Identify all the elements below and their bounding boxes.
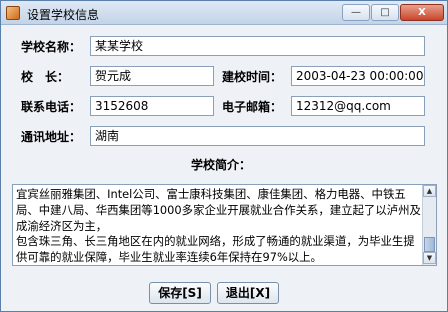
intro-scrollbar[interactable]: ▲ ▼: [422, 185, 436, 265]
principal-field[interactable]: 贺元成: [90, 66, 214, 86]
principal-label: 校 长：: [21, 70, 70, 84]
phone-label: 联系电话：: [21, 100, 82, 114]
scroll-down-icon[interactable]: ▼: [423, 252, 436, 264]
address-label: 通讯地址：: [21, 130, 82, 144]
minimize-button[interactable]: —: [342, 4, 370, 21]
app-icon: [6, 6, 20, 20]
address-field[interactable]: 湖南: [90, 126, 425, 146]
founded-date-field[interactable]: 2003-04-23 00:00:00.0: [291, 66, 425, 86]
maximize-button[interactable]: □: [371, 4, 399, 21]
window-title: 设置学校信息: [27, 8, 100, 22]
email-field[interactable]: 12312@qq.com: [291, 96, 425, 116]
title-bar[interactable]: 设置学校信息 — □ X: [1, 1, 447, 25]
phone-field[interactable]: 3152608: [90, 96, 214, 116]
school-info-dialog: 设置学校信息 — □ X 学校名称： 某某学校 校 长： 贺元成 建校时间： 2…: [0, 0, 448, 312]
school-name-label: 学校名称：: [21, 40, 82, 54]
scroll-thumb[interactable]: [424, 237, 435, 252]
exit-button[interactable]: 退出[X]: [217, 282, 279, 304]
close-button[interactable]: X: [400, 4, 444, 21]
email-label: 电子邮箱：: [222, 100, 283, 114]
intro-label: 学校简介：: [191, 158, 252, 172]
intro-text[interactable]: 宜宾丝丽雅集团、Intel公司、富士康科技集团、康佳集团、格力电器、中铁五局、中…: [16, 187, 421, 265]
scroll-up-icon[interactable]: ▲: [423, 185, 436, 197]
school-name-field[interactable]: 某某学校: [90, 36, 425, 56]
intro-textarea[interactable]: 宜宾丝丽雅集团、Intel公司、富士康科技集团、康佳集团、格力电器、中铁五局、中…: [12, 184, 437, 266]
founded-date-label: 建校时间：: [222, 70, 283, 84]
save-button[interactable]: 保存[S]: [149, 282, 211, 304]
